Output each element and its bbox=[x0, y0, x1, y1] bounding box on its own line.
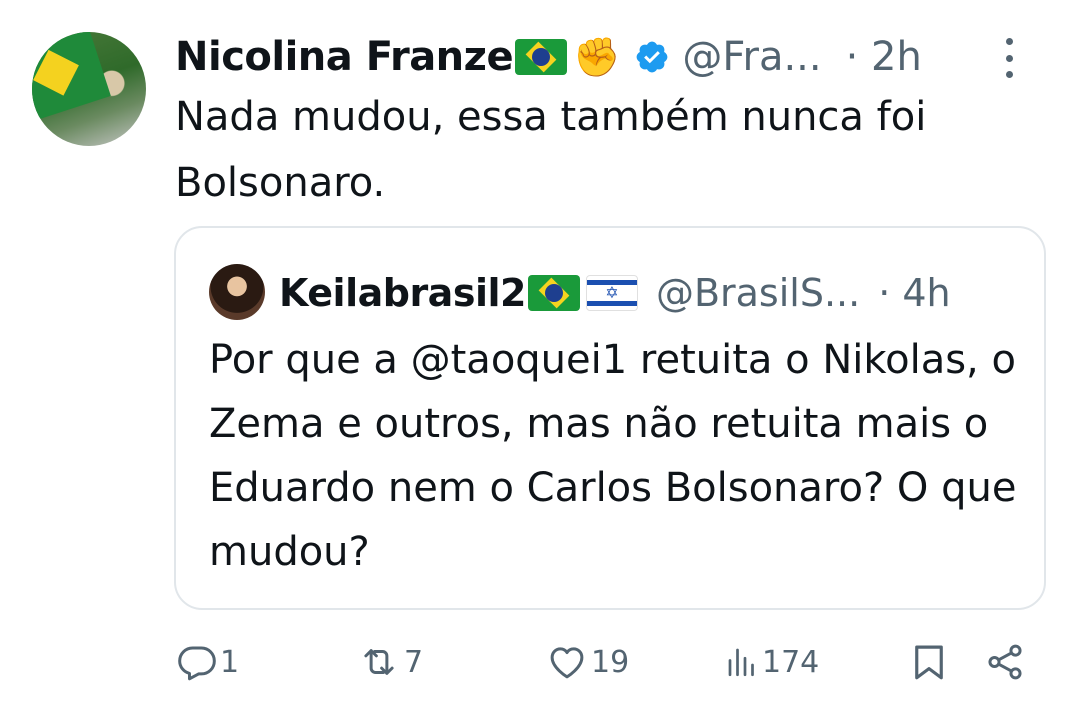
bookmark-button[interactable] bbox=[908, 634, 950, 690]
quoted-author-name: Keilabrasil2 bbox=[279, 271, 526, 315]
share-icon bbox=[988, 644, 1022, 680]
repost-icon bbox=[364, 649, 394, 675]
views-count: 174 bbox=[762, 644, 820, 680]
quoted-tweet-header: Keilabrasil2 ✡ @BrasilS... · 4h bbox=[279, 266, 1014, 320]
author-avatar[interactable] bbox=[32, 32, 146, 146]
quoted-author-handle: @BrasilS... bbox=[655, 271, 861, 315]
tweet-text: Nada mudou, essa também nunca foi Bolson… bbox=[175, 94, 927, 206]
repost-button[interactable]: 7 bbox=[356, 634, 423, 690]
quoted-tweet-text: Por que a @taoquei1 retuita o Nikolas, o… bbox=[209, 337, 1017, 575]
reply-button[interactable]: 1 bbox=[176, 634, 239, 690]
views-icon bbox=[728, 648, 754, 677]
like-count: 19 bbox=[591, 644, 630, 680]
reply-count: 1 bbox=[220, 644, 240, 680]
reply-icon bbox=[178, 646, 216, 681]
quoted-post-time: · 4h bbox=[878, 271, 951, 315]
author-handle[interactable]: @Fra... bbox=[682, 34, 821, 80]
repost-count: 7 bbox=[404, 644, 424, 680]
share-button[interactable] bbox=[984, 634, 1026, 690]
avatar-flag-image bbox=[32, 32, 111, 121]
brazil-flag-icon bbox=[527, 275, 580, 311]
verified-badge-icon[interactable] bbox=[634, 39, 670, 75]
bookmark-icon bbox=[915, 645, 943, 680]
action-bar: 1 7 19 174 bbox=[0, 634, 1080, 690]
post-time[interactable]: · 2h bbox=[846, 34, 922, 80]
author-name[interactable]: Nicolina Franze bbox=[175, 34, 514, 80]
like-button[interactable]: 19 bbox=[545, 634, 629, 690]
quoted-tweet[interactable]: Keilabrasil2 ✡ @BrasilS... · 4h Por que … bbox=[174, 226, 1046, 610]
like-icon bbox=[550, 647, 584, 679]
fist-icon: ✊ bbox=[573, 34, 621, 79]
tweet-header: Nicolina Franze ✊ @Fra... · 2h bbox=[175, 30, 1060, 84]
brazil-flag-icon bbox=[515, 39, 568, 75]
more-icon[interactable] bbox=[1002, 38, 1016, 78]
views-button[interactable]: 174 bbox=[724, 634, 819, 690]
israel-flag-icon: ✡ bbox=[585, 275, 638, 311]
quoted-author-avatar[interactable] bbox=[209, 264, 265, 320]
